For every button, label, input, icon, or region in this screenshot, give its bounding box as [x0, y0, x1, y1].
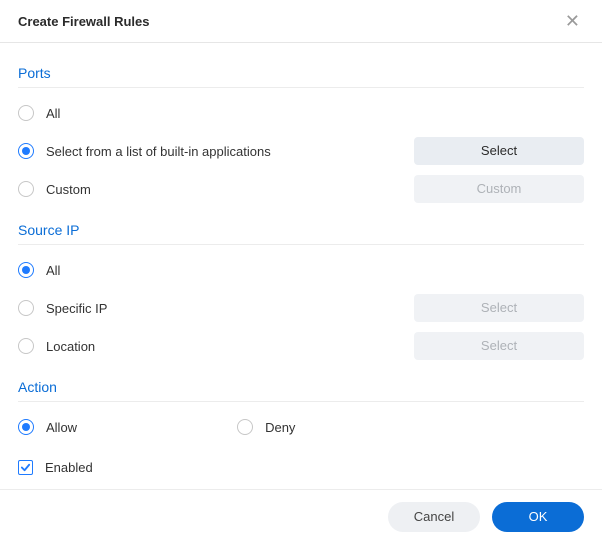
- ports-builtin-row: Select from a list of built-in applicati…: [18, 132, 584, 170]
- ports-select-button[interactable]: Select: [414, 137, 584, 165]
- ports-all-label: All: [46, 106, 60, 121]
- source-specific-select-button: Select: [414, 294, 584, 322]
- source-specific-label: Specific IP: [46, 301, 107, 316]
- dialog-footer: Cancel OK: [0, 490, 602, 544]
- ports-custom-row: Custom Custom: [18, 170, 584, 208]
- source-specific-row: Specific IP Select: [18, 289, 584, 327]
- action-allow-label: Allow: [46, 420, 77, 435]
- ports-section-title: Ports: [18, 51, 584, 87]
- dialog-body: Ports All Select from a list of built-in…: [0, 43, 602, 489]
- source-ip-section-title: Source IP: [18, 208, 584, 244]
- enabled-row: Enabled: [18, 446, 584, 489]
- ports-builtin-label: Select from a list of built-in applicati…: [46, 144, 271, 159]
- check-icon: [20, 462, 31, 473]
- source-all-row: All: [18, 251, 584, 289]
- source-all-radio[interactable]: [18, 262, 34, 278]
- source-specific-radio[interactable]: [18, 300, 34, 316]
- close-icon[interactable]: ✕: [561, 10, 584, 32]
- source-all-label: All: [46, 263, 60, 278]
- source-location-radio[interactable]: [18, 338, 34, 354]
- action-row: Allow Deny: [18, 408, 584, 446]
- ports-builtin-radio[interactable]: [18, 143, 34, 159]
- action-allow-radio[interactable]: [18, 419, 34, 435]
- source-location-label: Location: [46, 339, 95, 354]
- ports-custom-radio[interactable]: [18, 181, 34, 197]
- divider: [18, 244, 584, 245]
- ports-custom-button: Custom: [414, 175, 584, 203]
- enabled-checkbox[interactable]: [18, 460, 33, 475]
- ports-all-radio[interactable]: [18, 105, 34, 121]
- action-deny-radio[interactable]: [237, 419, 253, 435]
- dialog-title: Create Firewall Rules: [18, 14, 150, 29]
- source-location-row: Location Select: [18, 327, 584, 365]
- divider: [18, 87, 584, 88]
- action-deny-label: Deny: [265, 420, 295, 435]
- action-section-title: Action: [18, 365, 584, 401]
- divider: [18, 401, 584, 402]
- source-location-select-button: Select: [414, 332, 584, 360]
- dialog-header: Create Firewall Rules ✕: [0, 0, 602, 43]
- enabled-label: Enabled: [45, 460, 93, 475]
- ports-all-row: All: [18, 94, 584, 132]
- ports-custom-label: Custom: [46, 182, 91, 197]
- create-firewall-rules-dialog: Create Firewall Rules ✕ Ports All Select…: [0, 0, 602, 544]
